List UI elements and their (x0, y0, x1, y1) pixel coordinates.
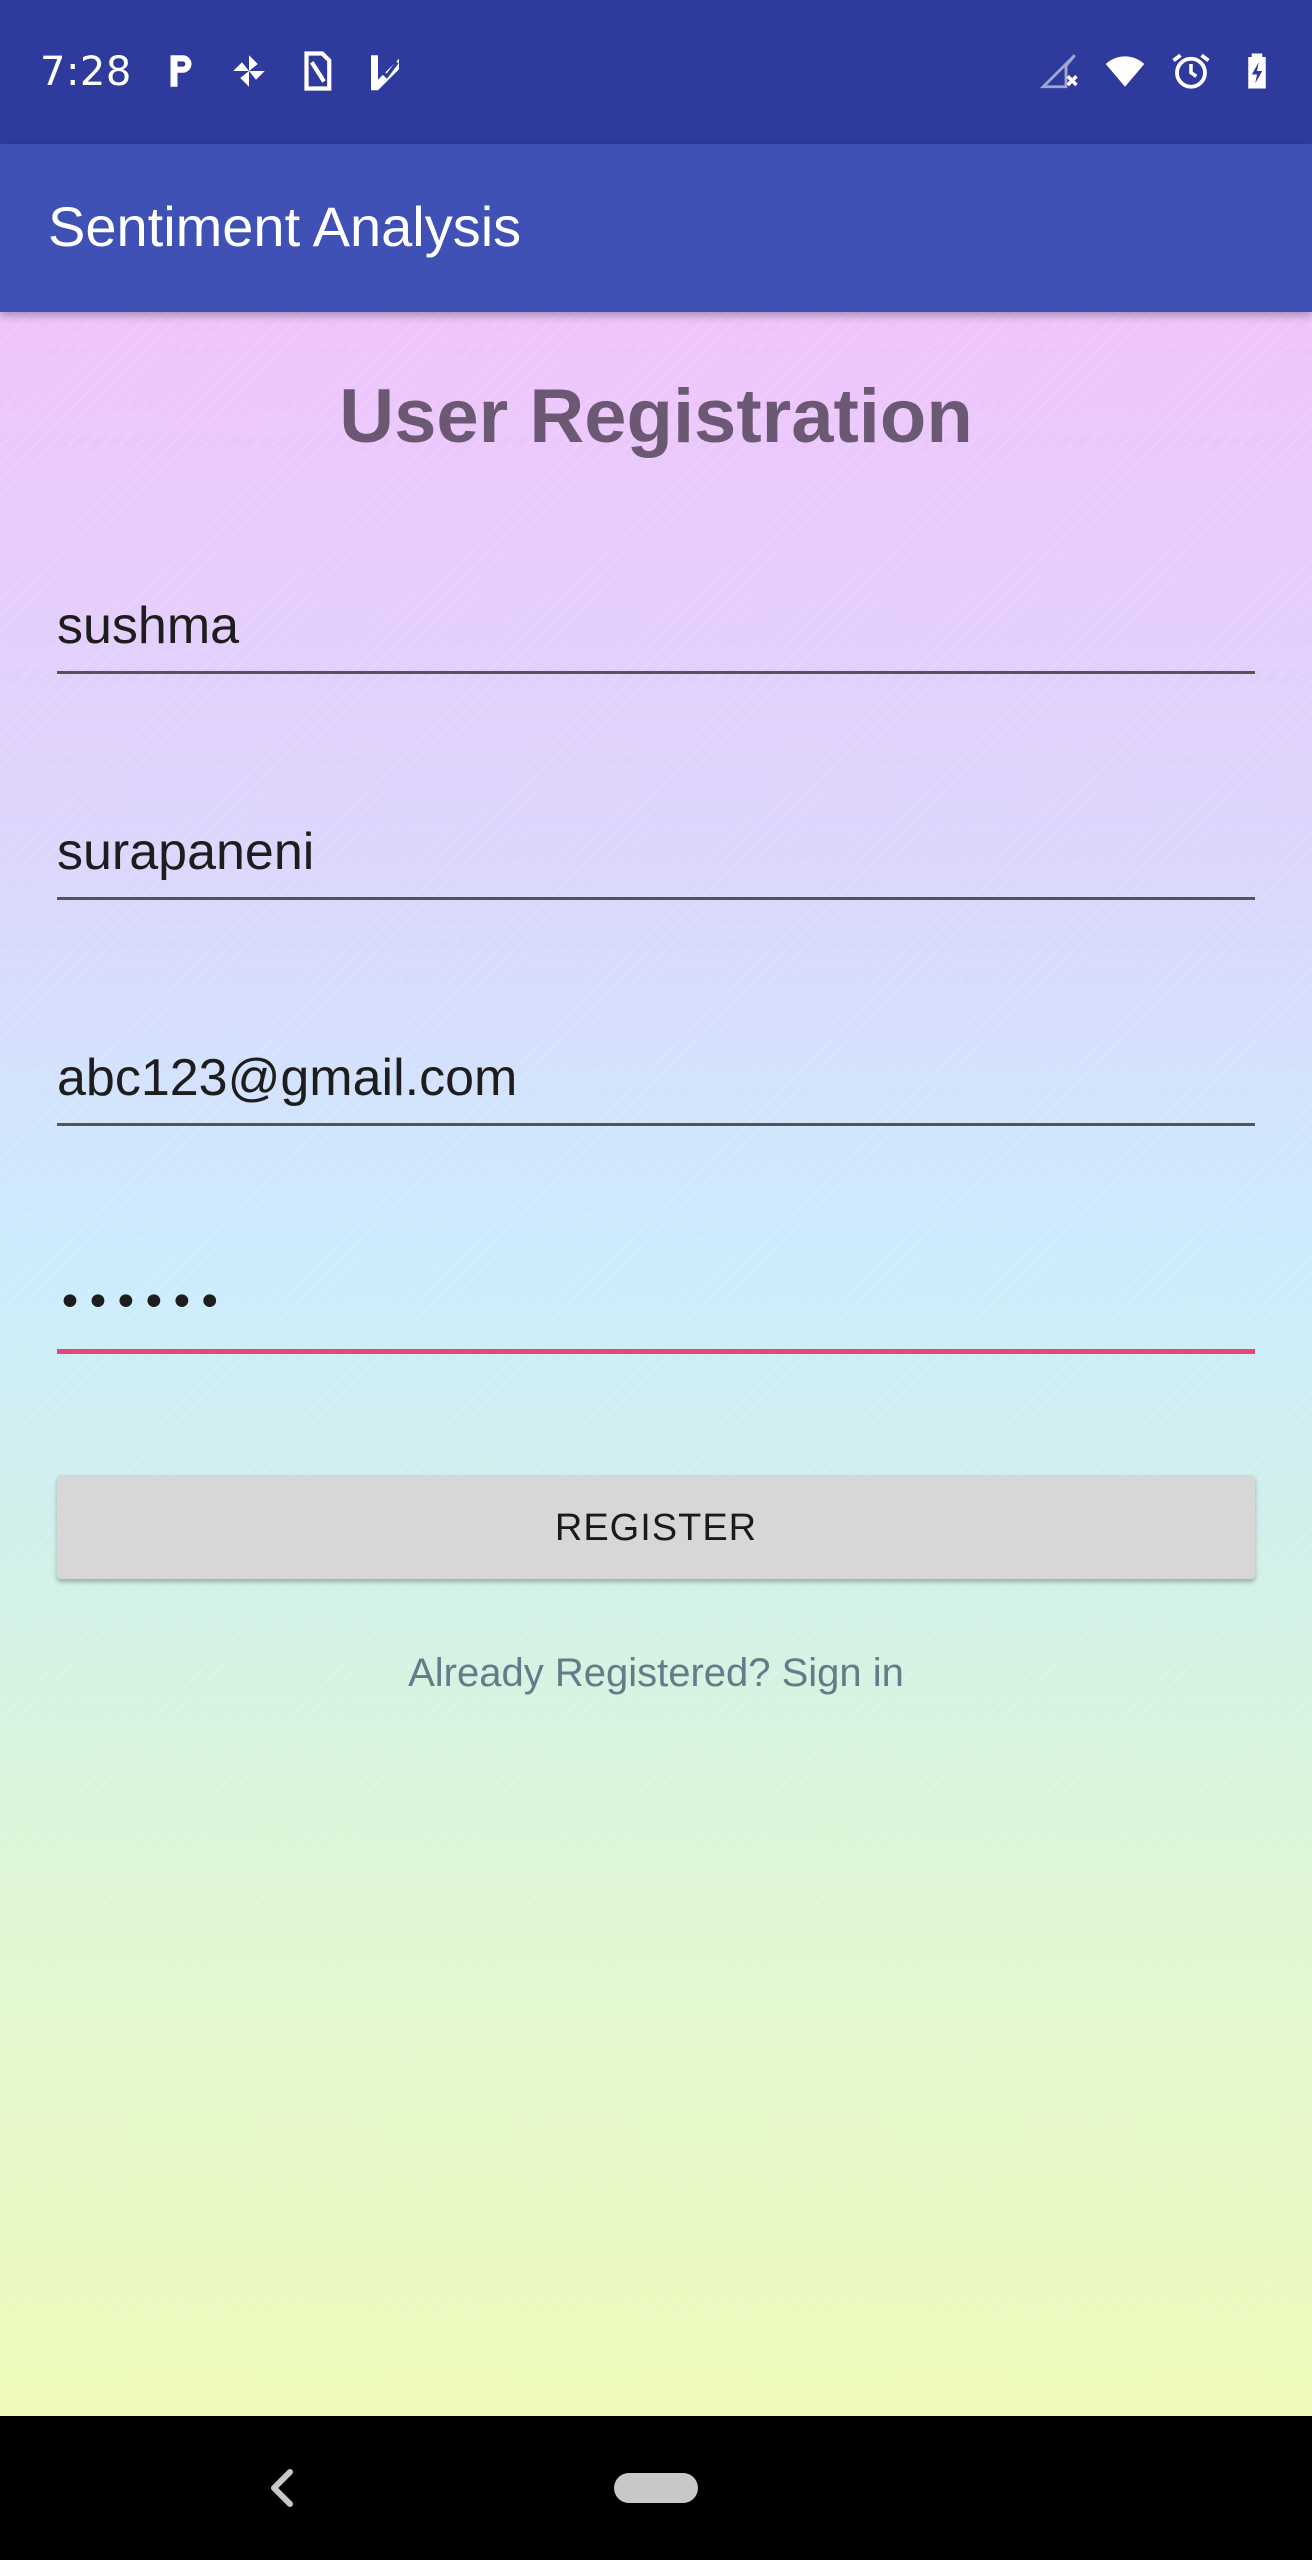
registration-screen: User Registration •••••• REGISTER Alread… (0, 312, 1312, 2416)
app-title: Sentiment Analysis (48, 195, 522, 258)
first-name-field[interactable] (57, 578, 1255, 674)
battery-charging-icon (1248, 53, 1266, 89)
password-underline-focused (57, 1349, 1255, 1354)
status-bar: 7:28 (0, 0, 1312, 144)
signal-no-service-icon (1039, 54, 1078, 89)
status-time: 7:28 (40, 49, 132, 95)
sign-in-link[interactable]: Already Registered? Sign in (0, 1648, 1312, 1698)
password-masked-value: •••••• (57, 1277, 225, 1328)
last-name-field-container (57, 804, 1255, 900)
parking-app-icon (170, 55, 192, 87)
email-field-container (57, 1030, 1255, 1126)
register-button[interactable]: REGISTER (57, 1475, 1255, 1579)
wifi-icon (1105, 56, 1145, 87)
last-name-underline (57, 897, 1255, 900)
app-bar: Sentiment Analysis (0, 144, 1312, 312)
status-notification-icons (160, 50, 406, 92)
navigation-bar (0, 2416, 1312, 2560)
alarm-icon (1172, 53, 1210, 89)
pinwheel-app-icon (233, 55, 265, 87)
last-name-field[interactable] (57, 804, 1255, 900)
password-field[interactable]: •••••• (57, 1258, 1255, 1354)
home-pill-icon[interactable] (614, 2473, 698, 2503)
back-icon[interactable] (262, 2464, 302, 2512)
first-name-underline (57, 671, 1255, 674)
email-field[interactable] (57, 1030, 1255, 1126)
status-system-icons (1038, 50, 1278, 92)
first-name-field-container (57, 578, 1255, 674)
sim-card-icon (304, 51, 332, 91)
page-title: User Registration (339, 374, 973, 459)
email-underline (57, 1123, 1255, 1126)
checklist-app-icon (371, 55, 399, 91)
